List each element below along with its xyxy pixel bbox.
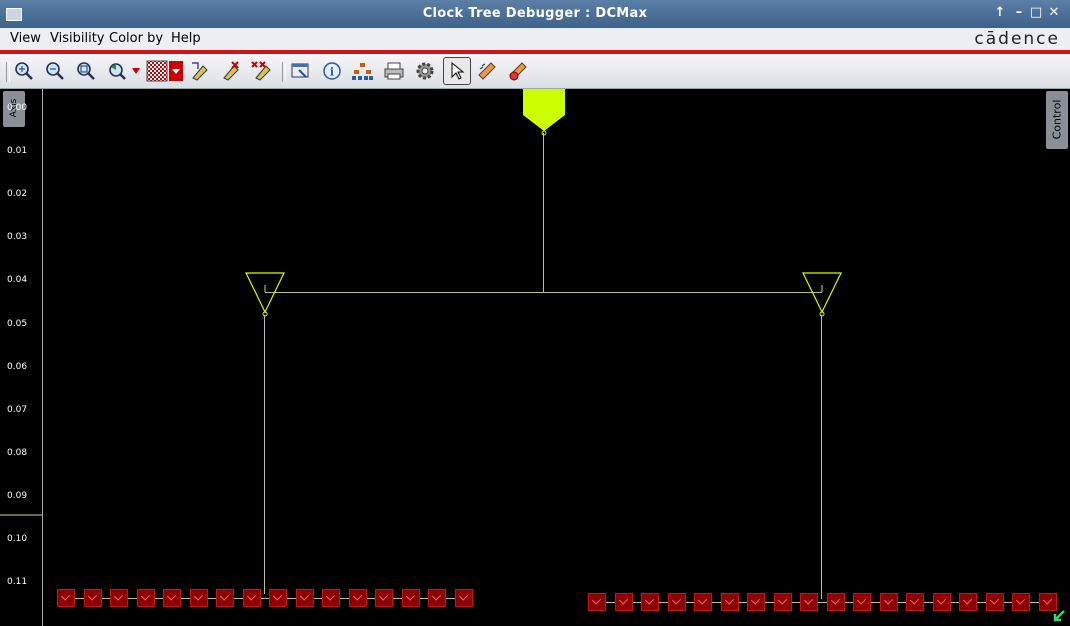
flop-cell[interactable]: [83, 589, 102, 607]
buffer-left-icon[interactable]: I: [245, 272, 287, 318]
print-icon[interactable]: [382, 59, 406, 83]
settings-icon[interactable]: [413, 59, 437, 83]
flop-cell[interactable]: [242, 589, 261, 607]
axis-tick: 0.00: [7, 103, 28, 113]
flop-cell[interactable]: [295, 589, 314, 607]
axis-tick: 0.02: [7, 189, 28, 199]
axis-tick: 0.01: [7, 146, 28, 156]
axis-marker: [0, 514, 42, 516]
flop-cell[interactable]: [428, 589, 446, 607]
pointer-icon[interactable]: [443, 57, 471, 85]
cadence-logo: cādence: [974, 29, 1060, 49]
flop-cell[interactable]: [959, 593, 977, 611]
flop-cell[interactable]: [57, 589, 75, 607]
hierarchy-icon[interactable]: [350, 59, 374, 83]
flop-cell[interactable]: [879, 593, 898, 611]
control-tab[interactable]: Control: [1046, 91, 1068, 149]
toolbar-separator: [282, 62, 286, 82]
axis-tick: 0.06: [7, 362, 28, 372]
flop-cell[interactable]: [348, 589, 367, 607]
flop-cell[interactable]: [800, 593, 818, 611]
axis-tick: 0.09: [7, 491, 28, 501]
title-bar: Clock Tree Debugger : DCMax ↑ – □ ✕: [0, 0, 1070, 28]
clock-tree-canvas[interactable]: Axis 0.00 0.01 0.02 0.03 0.04 0.05 0.06 …: [0, 89, 1070, 626]
flop-cell[interactable]: [588, 593, 606, 611]
flop-cell[interactable]: [826, 593, 845, 611]
minimize-button[interactable]: –: [1011, 5, 1027, 20]
axis-tick: 0.10: [7, 534, 28, 544]
menu-help[interactable]: Help: [171, 31, 201, 46]
zoom-out-icon[interactable]: [43, 59, 67, 83]
undo-dropdown-icon[interactable]: [129, 59, 143, 83]
info-icon[interactable]: i: [320, 59, 344, 83]
buffer-right-icon[interactable]: I: [802, 272, 844, 318]
color-grid-icon[interactable]: [146, 59, 184, 83]
window-icon[interactable]: [289, 59, 313, 83]
buffer-right-label: I: [821, 284, 824, 295]
flop-cell[interactable]: [641, 593, 659, 611]
flop-cell[interactable]: [853, 593, 871, 611]
flop-cell[interactable]: [985, 593, 1004, 611]
flop-cell[interactable]: [667, 593, 686, 611]
axis-tick: 0.05: [7, 319, 28, 329]
window-title: Clock Tree Debugger : DCMax: [422, 6, 648, 21]
clear-highlight-icon[interactable]: [219, 59, 243, 83]
flop-cell[interactable]: [375, 589, 393, 607]
trunk-wire: [265, 292, 822, 293]
menu-bar: View Visibility Color by Help cādence: [0, 28, 1070, 50]
flop-cell[interactable]: [747, 593, 765, 611]
flop-cell[interactable]: [932, 593, 951, 611]
clock-source-icon[interactable]: [522, 89, 566, 137]
toolbar-grip: [6, 62, 10, 82]
latency-axis: Axis 0.00 0.01 0.02 0.03 0.04 0.05 0.06 …: [0, 89, 43, 626]
flop-cell[interactable]: [136, 589, 155, 607]
flop-cell[interactable]: [401, 589, 420, 607]
resize-corner-icon[interactable]: [1052, 609, 1066, 623]
flop-cell[interactable]: [163, 589, 181, 607]
menu-color-by[interactable]: Color by: [109, 31, 163, 46]
flop-cell[interactable]: [1012, 593, 1030, 611]
flop-cell[interactable]: [773, 593, 792, 611]
axis-tick: 0.03: [7, 232, 28, 242]
flop-cell[interactable]: [694, 593, 712, 611]
root-wire: [543, 133, 544, 292]
flop-cell[interactable]: [720, 593, 739, 611]
right-leaf-wire: [597, 602, 1047, 603]
axis-tick: 0.07: [7, 405, 28, 415]
zoom-fit-icon[interactable]: [74, 59, 98, 83]
right-branch-wire: [821, 315, 822, 599]
svg-text:i: i: [330, 66, 334, 79]
control-tab-label: Control: [1050, 99, 1064, 140]
toolbar: i: [0, 54, 1070, 89]
axis-tick: 0.11: [7, 577, 28, 587]
flop-cell[interactable]: [614, 593, 633, 611]
menu-view[interactable]: View: [10, 31, 41, 46]
undo-icon[interactable]: [106, 59, 130, 83]
flop-cell[interactable]: [906, 593, 924, 611]
zoom-in-icon[interactable]: [12, 59, 36, 83]
flop-cell[interactable]: [216, 589, 234, 607]
raise-window-button[interactable]: ↑: [992, 5, 1008, 20]
flop-cell[interactable]: [454, 589, 473, 607]
axis-tick: 0.04: [7, 275, 28, 285]
clear-ruler-icon[interactable]: [506, 59, 530, 83]
highlight-icon[interactable]: [188, 59, 212, 83]
flop-cell[interactable]: [269, 589, 287, 607]
close-button[interactable]: ✕: [1046, 5, 1062, 20]
menu-visibility[interactable]: Visibility: [50, 31, 104, 46]
ruler-icon[interactable]: [475, 59, 499, 83]
left-branch-wire: [264, 315, 265, 594]
maximize-button[interactable]: □: [1028, 5, 1044, 20]
flop-cell[interactable]: [110, 589, 128, 607]
axis-tick: 0.08: [7, 448, 28, 458]
buffer-left-label: I: [264, 284, 267, 295]
clear-all-highlight-icon[interactable]: [250, 59, 274, 83]
flop-cell[interactable]: [322, 589, 340, 607]
flop-cell[interactable]: [189, 589, 208, 607]
